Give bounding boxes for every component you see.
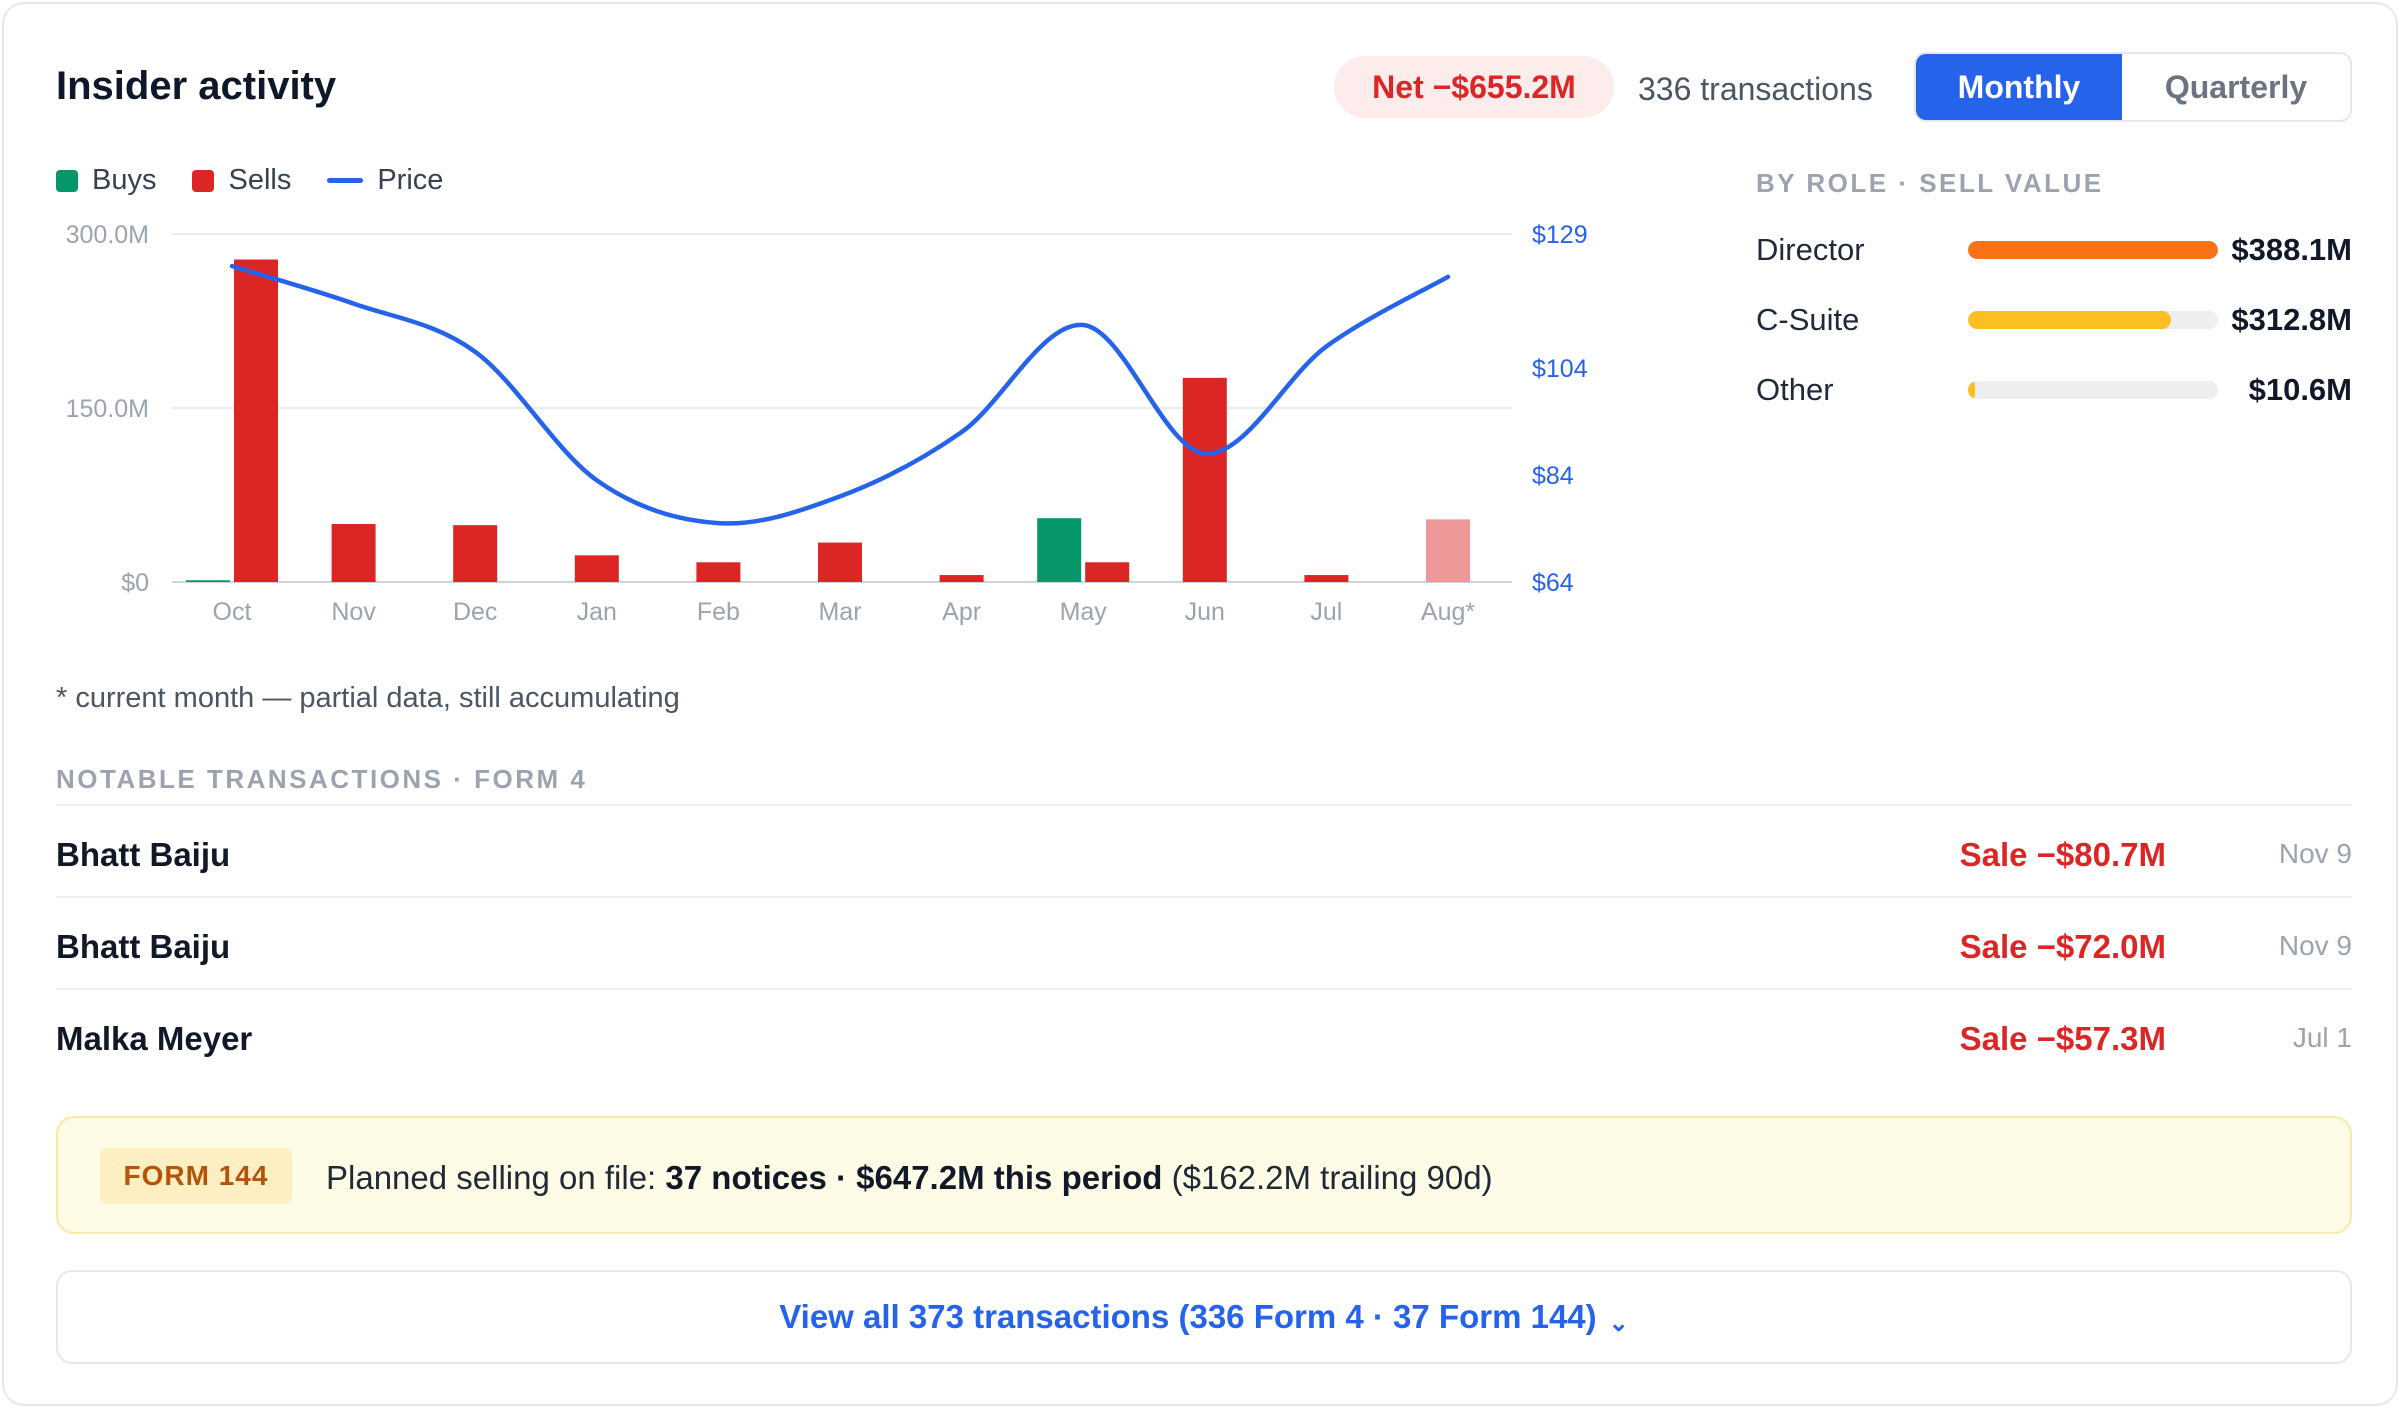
- right-axis-tick: $104: [1532, 355, 1588, 383]
- right-axis-tick: $64: [1532, 569, 1574, 597]
- x-axis-tick: Jun: [1185, 598, 1225, 626]
- role-bar-track: [1968, 381, 2218, 399]
- view-all-transactions-button[interactable]: View all 373 transactions (336 Form 4 · …: [56, 1270, 2352, 1364]
- sell-bar: [696, 562, 741, 582]
- x-axis-tick: Apr: [942, 598, 981, 626]
- transaction-count: 336 transactions: [1638, 71, 1873, 107]
- sell-bar: [1426, 519, 1470, 582]
- role-bar-track: [1968, 311, 2218, 329]
- left-axis-tick: 150.0M: [66, 395, 149, 423]
- form144-tag: FORM 144: [100, 1148, 292, 1204]
- role-label: Other: [1756, 372, 1834, 407]
- sell-bar: [574, 555, 619, 582]
- buy-bar: [1037, 518, 1082, 582]
- role-label: C-Suite: [1756, 302, 1860, 337]
- x-axis-tick: Mar: [818, 598, 861, 626]
- insider-name: Bhatt Baiju: [56, 836, 231, 873]
- toggle-monthly[interactable]: Monthly: [1916, 54, 2122, 120]
- role-bar-track: [1968, 241, 2218, 259]
- sell-bar: [331, 524, 376, 582]
- x-axis-tick: Jan: [577, 598, 617, 626]
- insider-name: Bhatt Baiju: [56, 928, 231, 965]
- x-axis-tick: Jul: [1310, 598, 1342, 626]
- right-axis-tick: $84: [1532, 462, 1574, 490]
- role-row-director: Director $388.1M: [1756, 226, 2352, 272]
- by-role-title: BY ROLE · SELL VALUE: [1756, 168, 2104, 198]
- price-line: [229, 263, 1451, 526]
- transaction-row[interactable]: Bhatt Baiju Sale −$72.0M Nov 9: [56, 896, 2352, 988]
- sell-bar: [939, 575, 984, 582]
- form144-highlight: 37 notices · $647.2M this period: [665, 1159, 1163, 1196]
- role-value: $388.1M: [2231, 232, 2352, 267]
- role-bar-fill: [1968, 241, 2218, 259]
- left-axis-tick: 300.0M: [66, 221, 149, 249]
- net-value-badge: Net −$655.2M: [1334, 56, 1614, 118]
- legend-buys[interactable]: Buys: [56, 164, 156, 197]
- right-axis-tick: $129: [1532, 221, 1588, 249]
- chevron-down-icon: ⌄: [1608, 1309, 1629, 1337]
- transaction-amount: Sale −$57.3M: [1959, 1020, 2166, 1057]
- role-bar-fill: [1968, 381, 1975, 399]
- insider-activity-card: Insider activity Net −$655.2M 336 transa…: [2, 2, 2398, 1406]
- x-axis-tick: Oct: [213, 598, 252, 626]
- form144-banner: FORM 144 Planned selling on file: 37 not…: [56, 1116, 2352, 1234]
- x-axis-tick: Nov: [331, 598, 376, 626]
- left-axis-tick: $0: [121, 569, 149, 597]
- transaction-row[interactable]: Bhatt Baiju Sale −$80.7M Nov 9: [56, 804, 2352, 896]
- form144-text: Planned selling on file: 37 notices · $6…: [326, 1159, 1493, 1197]
- transaction-row[interactable]: Malka Meyer Sale −$57.3M Jul 1: [56, 988, 2352, 1080]
- x-axis-tick: May: [1060, 598, 1108, 626]
- role-value: $10.6M: [2248, 372, 2352, 407]
- sell-bar: [1085, 562, 1130, 582]
- legend-sells[interactable]: Sells: [192, 164, 291, 197]
- price-swatch: [327, 178, 364, 183]
- x-axis-tick: Feb: [697, 598, 740, 626]
- card-title: Insider activity: [56, 64, 337, 108]
- sell-bar: [453, 525, 498, 582]
- role-row-other: Other $10.6M: [1756, 366, 2352, 412]
- role-row-csuite: C-Suite $312.8M: [1756, 296, 2352, 342]
- role-label: Director: [1756, 232, 1865, 267]
- legend-sells-label: Sells: [228, 164, 292, 196]
- insider-name: Malka Meyer: [56, 1020, 253, 1057]
- chart-legend: Buys Sells Price: [56, 164, 479, 197]
- x-axis-tick: Dec: [453, 598, 497, 626]
- notable-transactions-title: NOTABLE TRANSACTIONS · FORM 4: [56, 764, 588, 794]
- form144-prefix: Planned selling on file:: [326, 1159, 666, 1196]
- legend-buys-label: Buys: [92, 164, 157, 196]
- sells-swatch: [192, 169, 215, 192]
- sell-bar: [818, 542, 862, 582]
- transaction-date: Nov 9: [2278, 838, 2352, 869]
- form144-suffix: ($162.2M trailing 90d): [1162, 1159, 1493, 1196]
- period-toggle: Monthly Quarterly: [1914, 52, 2352, 122]
- transaction-date: Nov 9: [2278, 930, 2352, 961]
- role-value: $312.8M: [2231, 302, 2352, 337]
- toggle-quarterly[interactable]: Quarterly: [2122, 54, 2350, 120]
- x-axis-tick: Aug*: [1421, 598, 1475, 626]
- transaction-amount: Sale −$80.7M: [1959, 836, 2166, 873]
- view-all-label: View all 373 transactions (336 Form 4 · …: [779, 1298, 1597, 1335]
- transaction-amount: Sale −$72.0M: [1959, 928, 2166, 965]
- chart-footnote: * current month — partial data, still ac…: [56, 682, 680, 714]
- transaction-date: Jul 1: [2292, 1022, 2352, 1053]
- legend-price[interactable]: Price: [327, 164, 443, 197]
- role-bar-fill: [1968, 311, 2171, 329]
- sell-bar: [1182, 377, 1227, 582]
- sell-bar: [1304, 575, 1349, 582]
- sell-bar: [234, 259, 278, 582]
- buys-swatch: [56, 169, 78, 192]
- insider-chart: 300.0M 150.0M $0 $129 $104 $84 $64 Oct Nov Dec Jan…: [66, 221, 1588, 626]
- legend-price-label: Price: [377, 164, 444, 196]
- buy-bar: [186, 580, 230, 582]
